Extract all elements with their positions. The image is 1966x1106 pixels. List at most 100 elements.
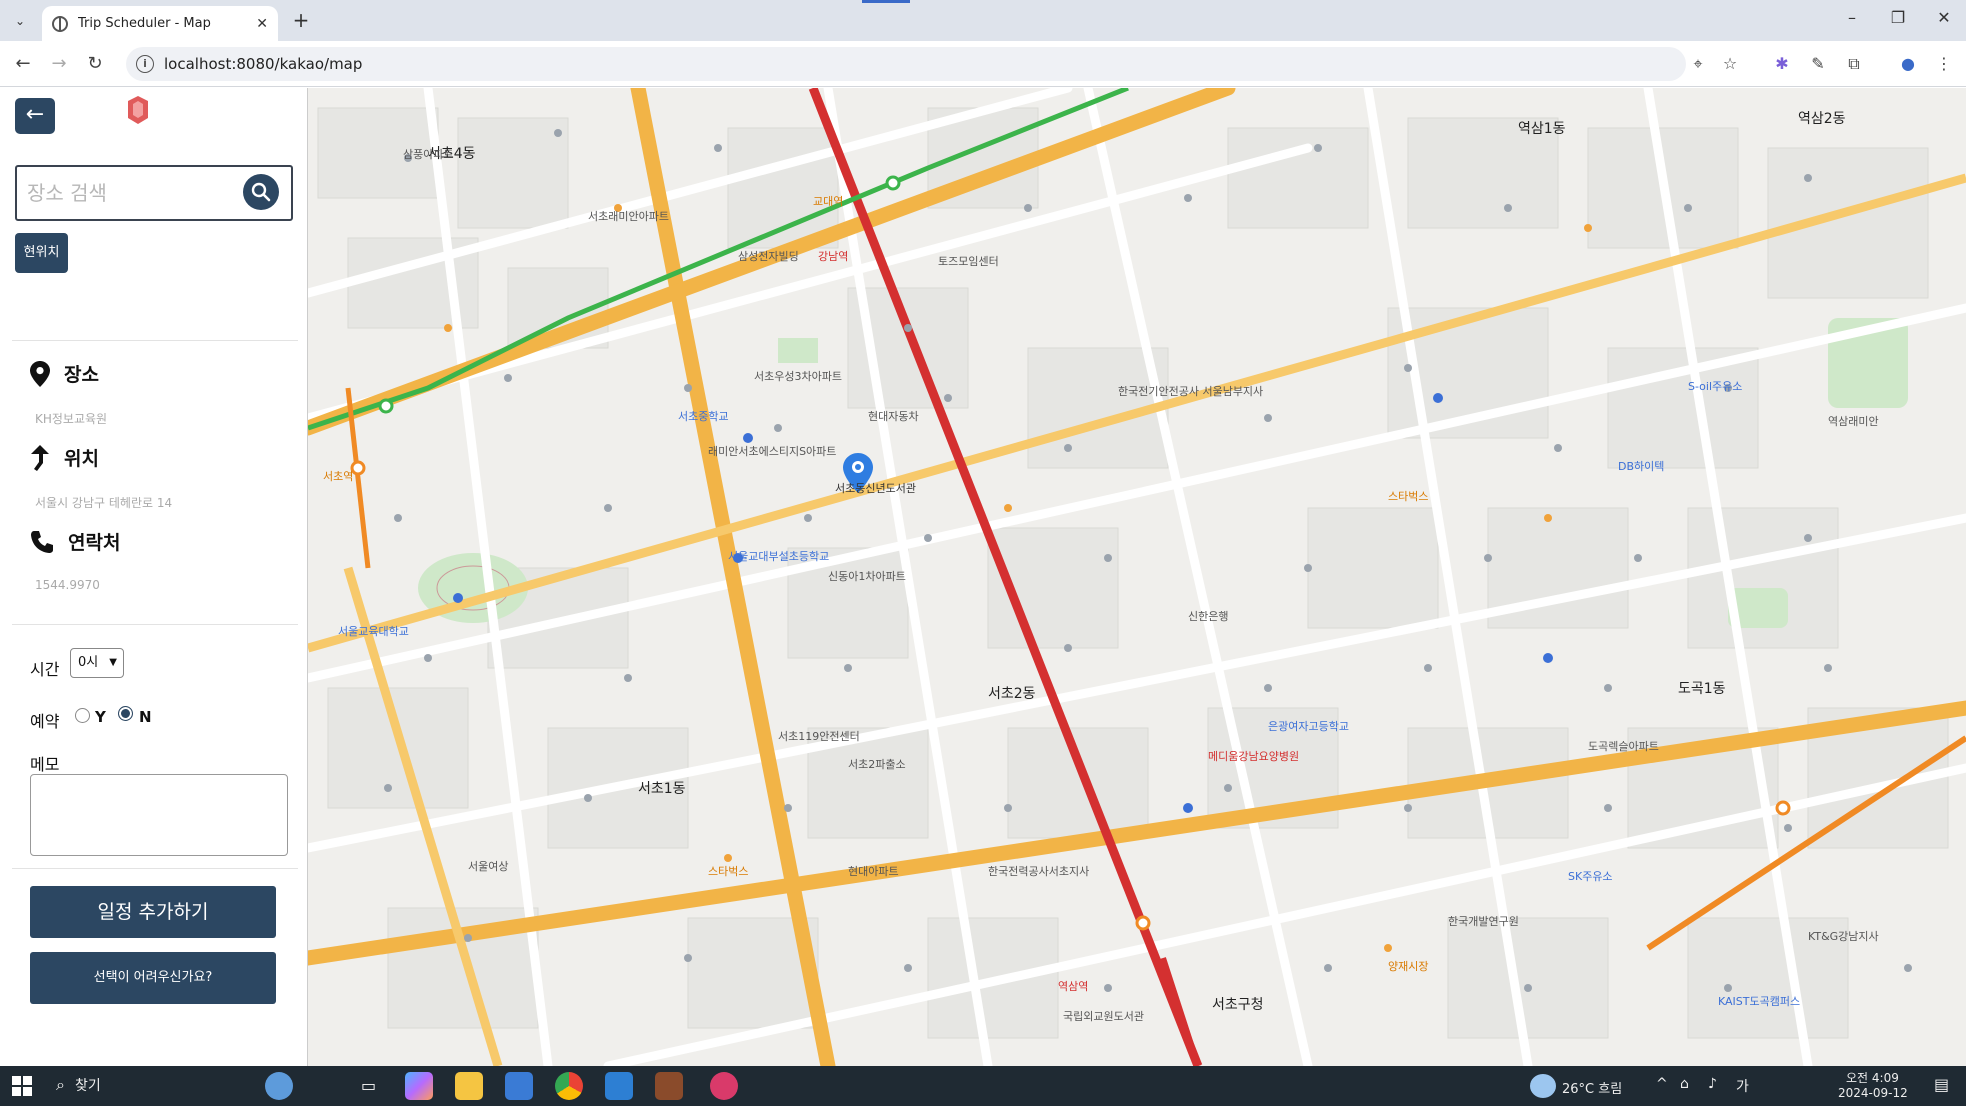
map-poi-label: 신동아1차아파트 [828, 570, 906, 583]
map-poi-label: 토즈모임센터 [938, 255, 999, 268]
close-icon[interactable]: ✕ [256, 16, 268, 32]
task-view-icon[interactable]: ▭ [355, 1072, 383, 1100]
map-poi-label: 래미안서초에스티지S아파트 [708, 445, 837, 458]
map-area-label: 역삼1동 [1518, 121, 1566, 137]
map-poi-label: 역삼래미안 [1828, 415, 1879, 428]
time-select[interactable]: 0시 ▼ [70, 648, 124, 678]
tab-search-icon[interactable]: ⌄ [8, 9, 32, 33]
back-arrow-icon[interactable]: ← [10, 51, 36, 77]
minimize-icon[interactable]: – [1832, 8, 1872, 27]
map-poi-label: 강남역 [818, 250, 849, 263]
map-pin-icon [30, 360, 50, 387]
location-pin-icon[interactable]: ⌖ [1686, 52, 1710, 76]
reservation-yes-radio[interactable] [75, 708, 90, 723]
weather-text[interactable]: 26°C 흐림 [1562, 1078, 1622, 1097]
map-poi-label: 삼풍아파트 [403, 148, 454, 161]
search-icon [251, 182, 271, 202]
place-row: 장소 [30, 360, 99, 387]
map-poi-label: 양재시장 [1388, 960, 1429, 973]
volume-icon[interactable]: ♪ [1708, 1076, 1717, 1092]
sidebar: ← 현위치 장소 KH정보교육원 위치 서울시 강남구 테헤란로 14 [0, 88, 308, 1066]
map-poi-label: 서울교대부설초등학교 [728, 550, 830, 563]
phone-icon [31, 530, 53, 553]
map-poi-label: 교대역 [813, 195, 844, 208]
new-tab-button[interactable]: + [288, 8, 314, 34]
game-app-icon[interactable] [655, 1072, 683, 1100]
map-poi-label: 은광여자고등학교 [1268, 720, 1349, 733]
location-row: 위치 [30, 444, 99, 471]
reservation-no-label: N [139, 708, 152, 726]
network-icon[interactable]: ⌂ [1680, 1076, 1689, 1092]
menu-kebab-icon[interactable]: ⋮ [1932, 52, 1956, 76]
place-value: KH정보교육원 [35, 412, 108, 426]
store-icon[interactable] [505, 1072, 533, 1100]
add-schedule-button[interactable]: 일정 추가하기 [30, 886, 276, 938]
taskbar-search[interactable]: ⌕ 찾기 [56, 1075, 101, 1095]
close-window-icon[interactable]: ✕ [1924, 8, 1964, 27]
location-value: 서울시 강남구 테헤란로 14 [35, 496, 173, 510]
help-choose-button[interactable]: 선택이 어려우신가요? [30, 952, 276, 1004]
map-poi-label: DB하이텍 [1618, 460, 1665, 473]
contact-row: 연락처 [30, 528, 120, 555]
divider [12, 340, 298, 341]
clock-time[interactable]: 오전 4:09 [1846, 1069, 1899, 1086]
browser-tab[interactable]: Trip Scheduler - Map ✕ [42, 6, 278, 41]
place-search-input[interactable] [27, 177, 227, 209]
reservation-yes-label: Y [95, 708, 106, 726]
file-explorer-icon[interactable] [455, 1072, 483, 1100]
map-poi-label: 서초2파출소 [848, 758, 906, 771]
windows-taskbar: ⌕ 찾기 ▭ 26°C 흐림 ^ ⌂ ♪ 가 오전 4:09 2024-09-1… [0, 1066, 1966, 1106]
divider [12, 624, 298, 625]
tab-indicator [862, 0, 910, 3]
tray-chevron-icon[interactable]: ^ [1656, 1076, 1668, 1092]
map-poi-label: 서초래미안아파트 [588, 210, 669, 223]
profile-avatar-icon[interactable]: ● [1896, 52, 1920, 76]
search-icon: ⌕ [56, 1075, 65, 1094]
map-poi-label: 메디움강남요양병원 [1208, 750, 1300, 763]
time-label: 시간 [30, 660, 60, 679]
map-poi-label: 도곡렉슬아파트 [1588, 740, 1659, 753]
chrome-icon[interactable] [555, 1072, 583, 1100]
reservation-no-radio[interactable] [118, 706, 133, 721]
extensions-puzzle-icon[interactable]: ⧉ [1842, 52, 1866, 76]
map-poi-label: 서초역 [323, 470, 354, 483]
current-location-button[interactable]: 현위치 [15, 233, 68, 273]
map-poi-label: 국립외교원도서관 [1063, 1010, 1144, 1023]
extension-gear-icon[interactable]: ✱ [1770, 52, 1794, 76]
place-label: 장소 [64, 364, 99, 386]
bookmark-star-icon[interactable]: ☆ [1718, 52, 1742, 76]
clock-date[interactable]: 2024-09-12 [1838, 1086, 1908, 1100]
app-logo-icon [128, 96, 148, 124]
copilot-icon[interactable] [405, 1072, 433, 1100]
contact-label: 연락처 [68, 532, 121, 554]
app-notification-icon[interactable] [710, 1072, 738, 1100]
restore-icon[interactable]: ❐ [1878, 8, 1918, 27]
search-button[interactable] [243, 174, 279, 210]
eyedropper-icon[interactable]: ✎ [1806, 52, 1830, 76]
map-poi-label: 신한은행 [1188, 610, 1229, 623]
map-canvas [308, 88, 1966, 1066]
reload-icon[interactable]: ↻ [82, 51, 108, 77]
map-poi-label: 스타벅스 [708, 865, 749, 878]
search-box [15, 165, 293, 221]
time-select-value: 0시 [78, 655, 99, 670]
location-label: 위치 [64, 448, 99, 470]
map-area-label: 역삼2동 [1798, 111, 1846, 127]
address-bar[interactable]: i localhost:8080/kakao/map [126, 47, 1686, 81]
windows-start-icon[interactable] [12, 1076, 32, 1096]
memo-textarea[interactable] [30, 774, 288, 856]
map-view[interactable]: 서초동신년도서관 서초4동 서초1동 서초2동 역삼2동 서초구청 도곡1동 역… [308, 88, 1966, 1066]
vscode-icon[interactable] [605, 1072, 633, 1100]
notification-icon[interactable]: ▤ [1934, 1075, 1949, 1094]
map-poi-label: KT&G강남지사 [1808, 930, 1879, 943]
map-poi-label: S-oil주유소 [1688, 380, 1743, 393]
forward-arrow-icon[interactable]: → [46, 51, 72, 77]
back-button[interactable]: ← [15, 98, 55, 134]
divider [12, 868, 298, 869]
map-poi-label: 역삼역 [1058, 980, 1089, 993]
ime-icon[interactable]: 가 [1736, 1076, 1749, 1096]
taskbar-widget-icon[interactable] [265, 1072, 293, 1100]
selected-marker-label: 서초동신년도서관 [835, 482, 916, 495]
browser-toolbar: ← → ↻ i localhost:8080/kakao/map ⌖ ☆ ✱ ✎… [0, 41, 1966, 87]
site-info-icon[interactable]: i [136, 55, 154, 73]
